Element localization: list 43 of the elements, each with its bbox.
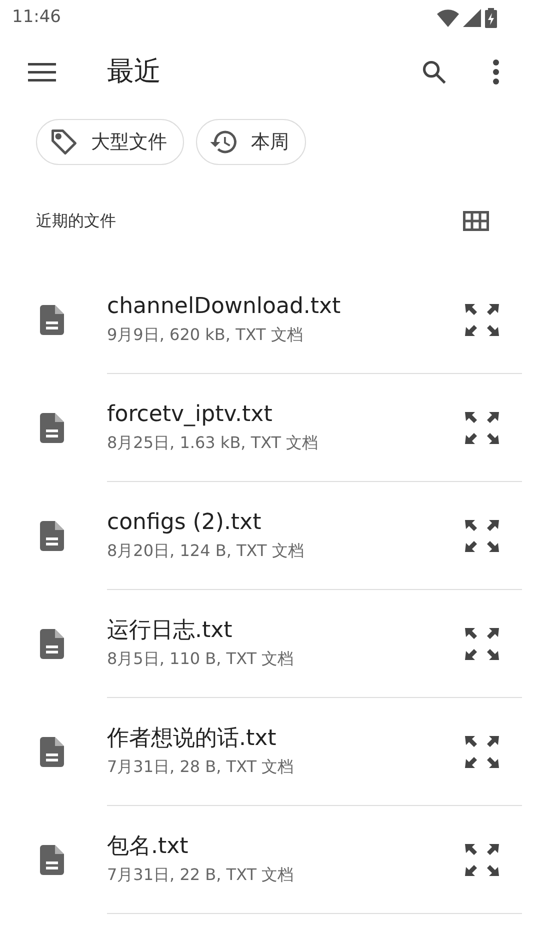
file-name: 运行日志.txt [107, 618, 234, 644]
file-details: 9月9日, 620 kB, TXT 文档 [107, 324, 304, 346]
file-details: 7月31日, 28 B, TXT 文档 [107, 756, 295, 778]
file-row[interactable]: channelDownload.txt 9月9日, 620 kB, TXT 文档 [0, 266, 535, 374]
file-details: 8月25日, 1.63 kB, TXT 文档 [107, 432, 320, 454]
more-icon [492, 59, 500, 85]
section-title: 近期的文件 [36, 210, 116, 232]
tag-icon [49, 127, 79, 157]
document-icon [40, 845, 64, 875]
expand-icon[interactable] [464, 843, 500, 877]
search-icon [421, 59, 447, 85]
file-row[interactable]: forcetv_iptv.txt 8月25日, 1.63 kB, TXT 文档 [0, 374, 535, 482]
document-icon [40, 629, 64, 659]
signal-icon [463, 9, 481, 27]
file-details: 8月20日, 124 B, TXT 文档 [107, 540, 305, 562]
toolbar-title: 最近 [107, 54, 162, 89]
file-details: 7月31日, 22 B, TXT 文档 [107, 864, 295, 886]
filter-chip[interactable]: 大型文件 [36, 119, 184, 165]
expand-icon[interactable] [464, 519, 500, 553]
expand-icon[interactable] [464, 411, 500, 445]
file-name: channelDownload.txt [107, 294, 342, 320]
grid-view-icon[interactable] [463, 211, 489, 231]
file-name: 作者想说的话.txt [107, 726, 278, 752]
file-name: 包名.txt [107, 834, 190, 860]
document-icon [40, 413, 64, 443]
expand-icon[interactable] [464, 303, 500, 337]
document-icon [40, 737, 64, 767]
expand-icon[interactable] [464, 627, 500, 661]
status-time: 11:46 [12, 6, 61, 30]
wifi-icon [437, 9, 459, 27]
file-row[interactable]: 包名.txt 7月31日, 22 B, TXT 文档 [0, 806, 535, 914]
file-row[interactable]: 运行日志.txt 8月5日, 110 B, TXT 文档 [0, 590, 535, 698]
document-icon [40, 305, 64, 335]
file-name: configs (2).txt [107, 510, 262, 536]
file-details: 8月5日, 110 B, TXT 文档 [107, 648, 295, 670]
document-icon [40, 521, 64, 551]
file-name: forcetv_iptv.txt [107, 402, 274, 428]
filter-chip[interactable]: 本周 [196, 119, 306, 165]
file-row[interactable]: configs (2).txt 8月20日, 124 B, TXT 文档 [0, 482, 535, 590]
menu-icon [28, 62, 56, 82]
file-row[interactable]: 作者想说的话.txt 7月31日, 28 B, TXT 文档 [0, 698, 535, 806]
battery-icon [485, 8, 497, 28]
expand-icon[interactable] [464, 735, 500, 769]
